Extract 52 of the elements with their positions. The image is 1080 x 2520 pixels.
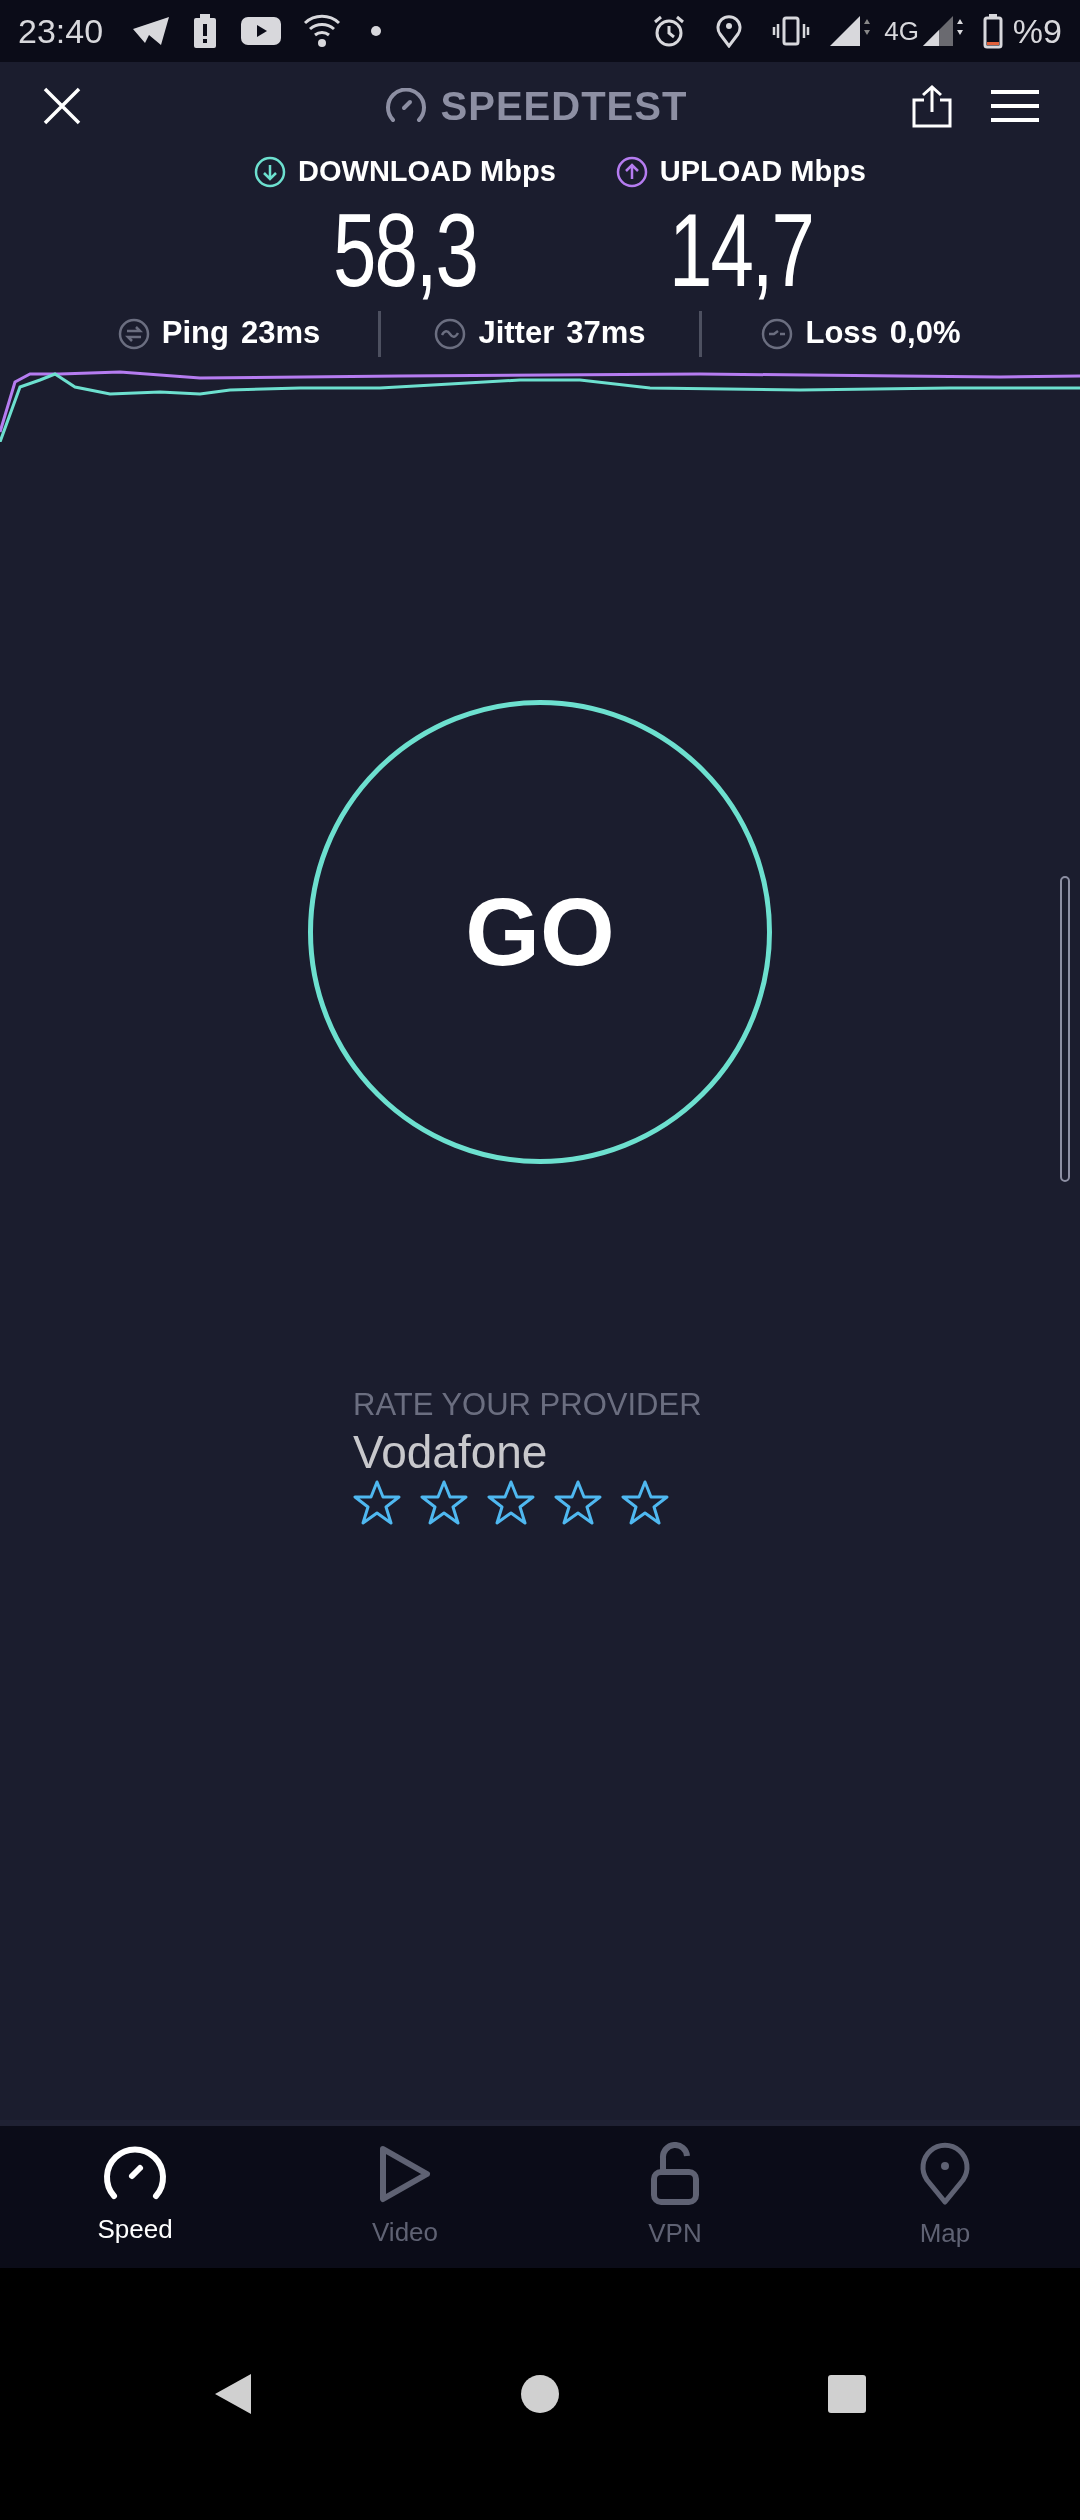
recents-button[interactable] <box>827 2374 867 2414</box>
app-title: SPEEDTEST <box>440 83 688 130</box>
star-icon[interactable] <box>353 1479 401 1526</box>
wave-icon <box>434 317 467 350</box>
tab[interactable]: VPN <box>540 2141 810 2253</box>
result-label: DOWNLOAD Mbps <box>298 154 556 189</box>
star-icon[interactable] <box>621 1479 669 1526</box>
result-value: 14,7 <box>668 193 813 306</box>
home-button[interactable] <box>520 2374 560 2414</box>
tab[interactable]: Map <box>810 2141 1080 2253</box>
alarm-icon <box>652 14 687 48</box>
battery-low-icon <box>982 13 1003 49</box>
result-label: UPLOAD Mbps <box>659 154 866 189</box>
star-icon[interactable] <box>487 1479 535 1526</box>
gauge-icon <box>384 88 427 124</box>
star-icon[interactable] <box>420 1479 468 1526</box>
back-icon <box>213 2372 253 2416</box>
battery-alert-icon <box>193 14 218 48</box>
back-button[interactable] <box>213 2372 253 2416</box>
clock-time: 23:40 <box>18 10 104 52</box>
vibrate-icon <box>772 16 811 46</box>
close-icon <box>42 86 82 126</box>
metric-value: 23ms <box>240 314 321 353</box>
provider-name: Vodafone <box>353 1424 549 1480</box>
rate-prompt: RATE YOUR PROVIDER <box>353 1385 703 1424</box>
unlocked-padlock-icon <box>651 2141 699 2206</box>
paper-plane-icon <box>131 15 172 47</box>
tab[interactable]: Speed <box>0 2145 270 2249</box>
signal-icon <box>828 14 873 48</box>
network-type: 4G <box>884 14 919 48</box>
result-value: 58,3 <box>332 193 477 306</box>
metric-label: Jitter <box>478 314 555 353</box>
home-icon <box>520 2374 560 2414</box>
video-play-icon <box>241 17 282 45</box>
location-pin-icon <box>716 14 743 48</box>
gauge-icon <box>102 2145 168 2202</box>
go-button[interactable]: GO <box>308 699 772 1164</box>
metric-value: 37ms <box>566 314 646 353</box>
metric-label: Loss <box>805 314 878 353</box>
metric-label: Ping <box>161 314 229 353</box>
menu-icon <box>991 89 1039 123</box>
share-icon <box>910 84 954 128</box>
dot-icon <box>371 26 382 36</box>
loss-icon <box>761 317 794 350</box>
battery-percent: %9 <box>1012 10 1062 52</box>
tab[interactable]: Video <box>270 2142 540 2252</box>
recents-icon <box>827 2374 867 2414</box>
ping-icon <box>117 317 150 350</box>
metric-value: 0,0% <box>889 314 961 353</box>
wifi-icon <box>303 13 342 49</box>
map-pin-icon <box>919 2141 971 2206</box>
star-icon[interactable] <box>554 1479 602 1526</box>
